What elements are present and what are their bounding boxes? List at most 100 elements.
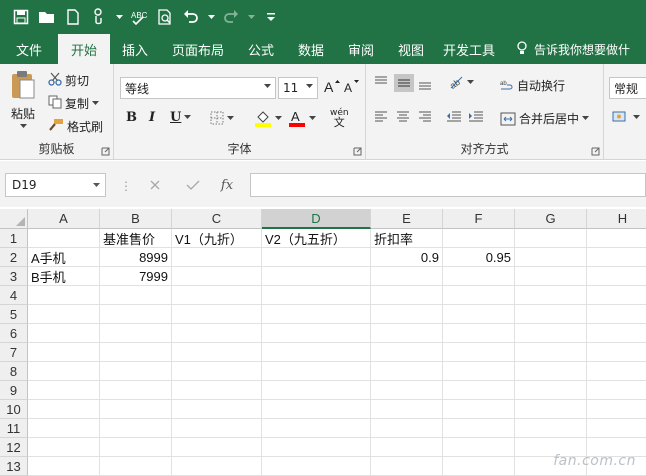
align-left-button[interactable] bbox=[374, 111, 388, 123]
name-box[interactable]: D19 bbox=[5, 173, 106, 197]
column-header-a[interactable]: A bbox=[28, 209, 100, 229]
cell-a13[interactable] bbox=[28, 457, 100, 476]
cell-d6[interactable] bbox=[262, 324, 371, 343]
cell-h4[interactable] bbox=[587, 286, 646, 305]
tab-home[interactable]: 开始 bbox=[58, 34, 110, 64]
select-all-button[interactable] bbox=[0, 209, 28, 229]
cell-h3[interactable] bbox=[587, 267, 646, 286]
cell-c2[interactable] bbox=[172, 248, 262, 267]
cell-g3[interactable] bbox=[515, 267, 587, 286]
cell-c4[interactable] bbox=[172, 286, 262, 305]
cell-f13[interactable] bbox=[443, 457, 515, 476]
undo-icon[interactable] bbox=[180, 6, 202, 28]
formula-input[interactable] bbox=[250, 173, 646, 197]
cell-e9[interactable] bbox=[371, 381, 443, 400]
cell-a5[interactable] bbox=[28, 305, 100, 324]
column-header-d[interactable]: D bbox=[262, 209, 371, 229]
cell-b13[interactable] bbox=[100, 457, 172, 476]
cell-f4[interactable] bbox=[443, 286, 515, 305]
cell-b6[interactable] bbox=[100, 324, 172, 343]
cell-h11[interactable] bbox=[587, 419, 646, 438]
row-header-5[interactable]: 5 bbox=[0, 305, 28, 324]
cell-f12[interactable] bbox=[443, 438, 515, 457]
cell-f5[interactable] bbox=[443, 305, 515, 324]
spreadsheet-grid[interactable]: ABCDEFGH1基准售价V1（九折）V2（九五折）折扣率2A手机89990.9… bbox=[0, 209, 646, 475]
row-header-11[interactable]: 11 bbox=[0, 419, 28, 438]
cell-e13[interactable] bbox=[371, 457, 443, 476]
chevron-down-icon[interactable] bbox=[114, 6, 124, 28]
decrease-indent-button[interactable] bbox=[446, 111, 462, 123]
increase-font-button[interactable]: A bbox=[324, 78, 340, 94]
cell-c8[interactable] bbox=[172, 362, 262, 381]
cut-button[interactable]: 剪切 bbox=[48, 72, 89, 89]
column-header-f[interactable]: F bbox=[443, 209, 515, 229]
cell-a9[interactable] bbox=[28, 381, 100, 400]
dialog-launcher-icon[interactable] bbox=[353, 147, 362, 156]
chevron-down-icon[interactable] bbox=[246, 6, 256, 28]
cell-e4[interactable] bbox=[371, 286, 443, 305]
cell-c10[interactable] bbox=[172, 400, 262, 419]
tab-view[interactable]: 视图 bbox=[386, 34, 436, 64]
cell-d10[interactable] bbox=[262, 400, 371, 419]
open-icon[interactable] bbox=[36, 6, 58, 28]
insert-function-button[interactable]: fx bbox=[216, 175, 238, 195]
cell-f8[interactable] bbox=[443, 362, 515, 381]
cell-e11[interactable] bbox=[371, 419, 443, 438]
fill-color-button[interactable] bbox=[254, 109, 282, 127]
row-header-13[interactable]: 13 bbox=[0, 457, 28, 476]
cell-g6[interactable] bbox=[515, 324, 587, 343]
cell-c12[interactable] bbox=[172, 438, 262, 457]
cell-e1[interactable]: 折扣率 bbox=[371, 229, 443, 248]
number-format-select[interactable]: 常规 bbox=[609, 77, 646, 99]
cell-c6[interactable] bbox=[172, 324, 262, 343]
cell-f9[interactable] bbox=[443, 381, 515, 400]
phonetic-button[interactable]: wén 文 bbox=[330, 108, 349, 128]
cell-e6[interactable] bbox=[371, 324, 443, 343]
cell-d2[interactable] bbox=[262, 248, 371, 267]
cell-d11[interactable] bbox=[262, 419, 371, 438]
cell-f7[interactable] bbox=[443, 343, 515, 362]
cell-e7[interactable] bbox=[371, 343, 443, 362]
cell-c9[interactable] bbox=[172, 381, 262, 400]
tab-data[interactable]: 数据 bbox=[286, 34, 336, 64]
cell-d3[interactable] bbox=[262, 267, 371, 286]
cell-d1[interactable]: V2（九五折） bbox=[262, 229, 371, 248]
touch-mode-icon[interactable] bbox=[88, 6, 110, 28]
cell-b11[interactable] bbox=[100, 419, 172, 438]
cell-c13[interactable] bbox=[172, 457, 262, 476]
cell-b2[interactable]: 8999 bbox=[100, 248, 172, 267]
copy-button[interactable]: 复制 bbox=[48, 95, 99, 112]
cell-c3[interactable] bbox=[172, 267, 262, 286]
cell-b4[interactable] bbox=[100, 286, 172, 305]
cell-a1[interactable] bbox=[28, 229, 100, 248]
cell-f6[interactable] bbox=[443, 324, 515, 343]
decrease-font-button[interactable]: A bbox=[344, 78, 360, 94]
cell-g11[interactable] bbox=[515, 419, 587, 438]
italic-button[interactable]: I bbox=[149, 110, 155, 125]
cell-c11[interactable] bbox=[172, 419, 262, 438]
align-top-button[interactable] bbox=[374, 76, 388, 88]
cell-d8[interactable] bbox=[262, 362, 371, 381]
cell-a6[interactable] bbox=[28, 324, 100, 343]
align-center-button[interactable] bbox=[396, 111, 410, 123]
accounting-format-button[interactable] bbox=[612, 109, 640, 125]
row-header-2[interactable]: 2 bbox=[0, 248, 28, 267]
cell-a8[interactable] bbox=[28, 362, 100, 381]
new-icon[interactable] bbox=[62, 6, 84, 28]
cell-b9[interactable] bbox=[100, 381, 172, 400]
cell-a3[interactable]: B手机 bbox=[28, 267, 100, 286]
cell-g8[interactable] bbox=[515, 362, 587, 381]
cell-d13[interactable] bbox=[262, 457, 371, 476]
column-header-b[interactable]: B bbox=[100, 209, 172, 229]
print-preview-icon[interactable] bbox=[154, 6, 176, 28]
customize-icon[interactable] bbox=[260, 6, 282, 28]
cell-f3[interactable] bbox=[443, 267, 515, 286]
cell-e5[interactable] bbox=[371, 305, 443, 324]
format-painter-button[interactable]: 格式刷 bbox=[48, 118, 103, 135]
cell-g5[interactable] bbox=[515, 305, 587, 324]
column-header-h[interactable]: H bbox=[587, 209, 646, 229]
cell-b7[interactable] bbox=[100, 343, 172, 362]
font-color-button[interactable]: A bbox=[288, 109, 316, 127]
cell-g1[interactable] bbox=[515, 229, 587, 248]
tab-developer[interactable]: 开发工具 bbox=[436, 34, 502, 64]
